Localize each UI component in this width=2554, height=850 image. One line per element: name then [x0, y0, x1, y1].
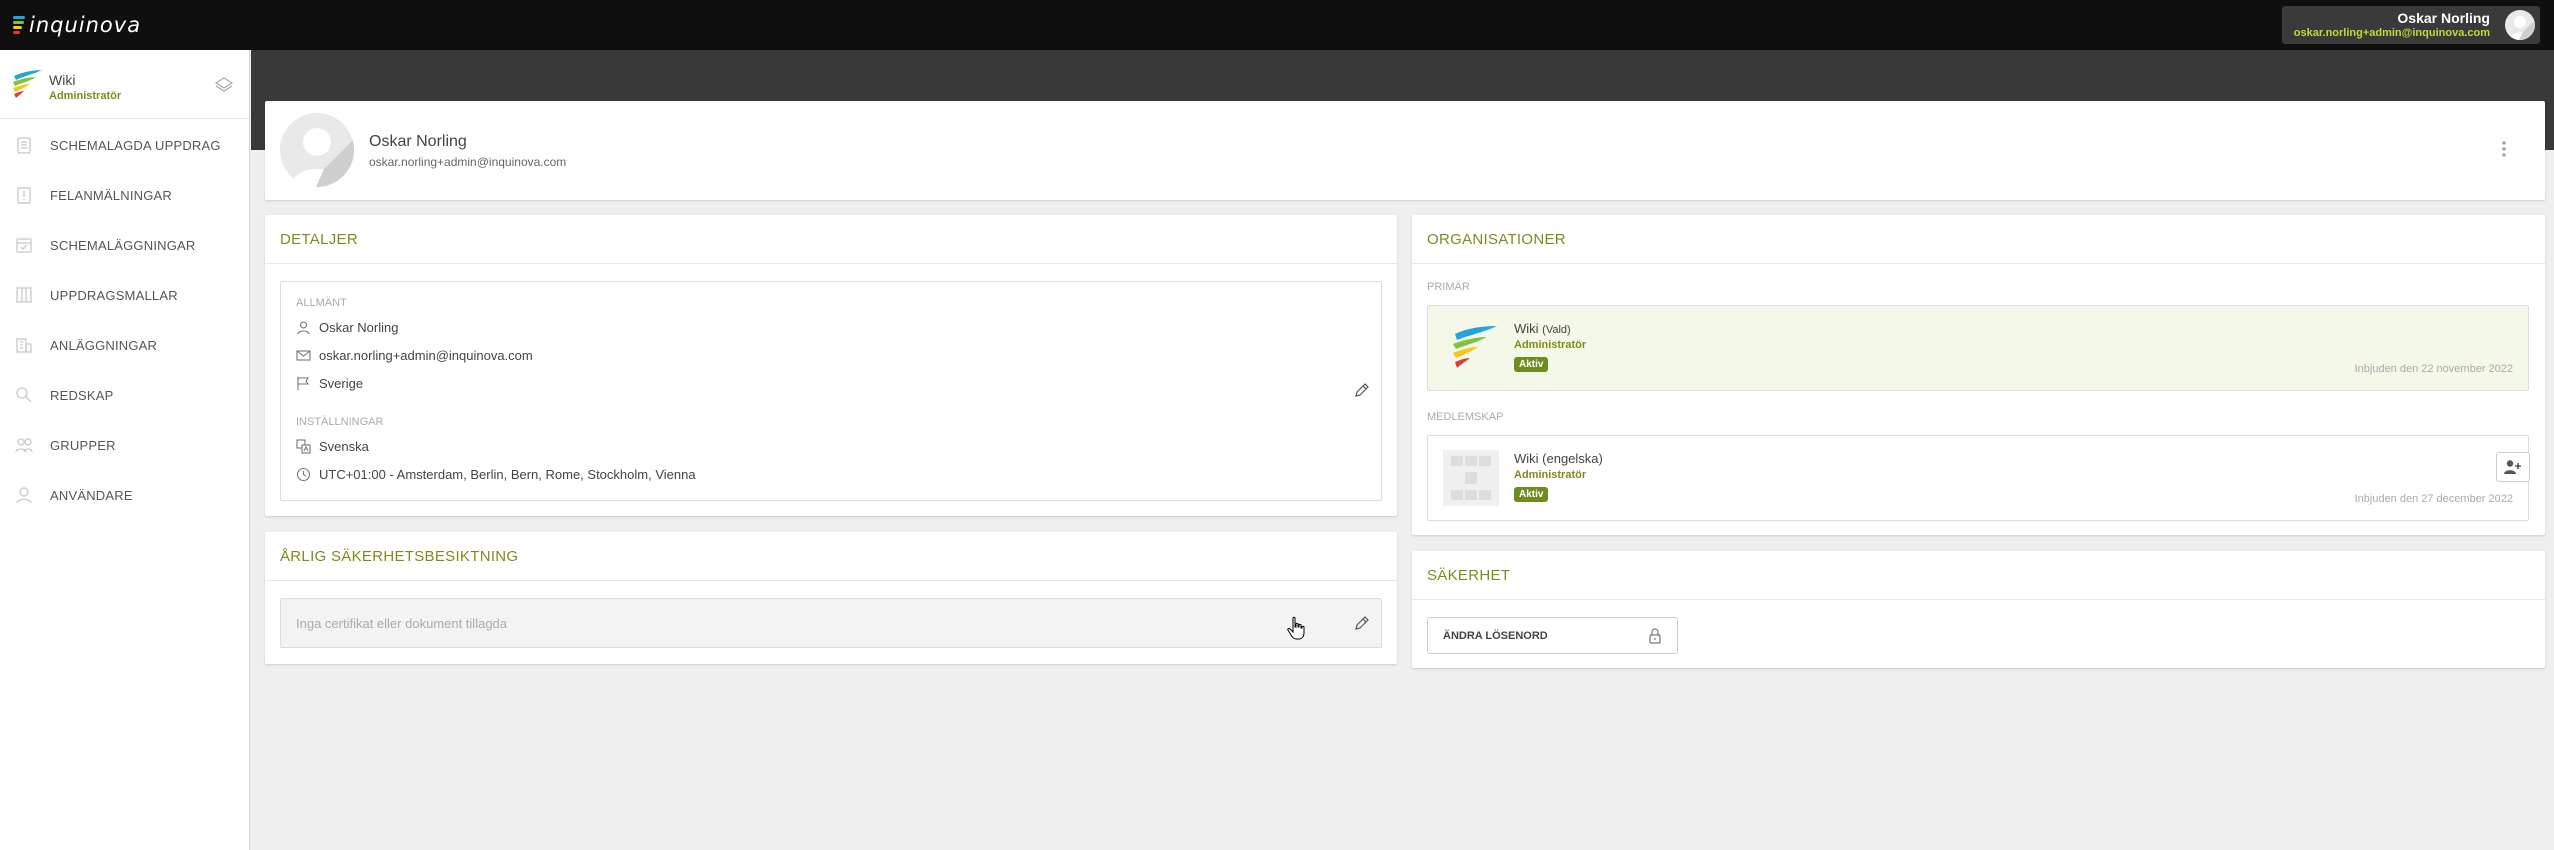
- brand-logo[interactable]: inquinova: [13, 13, 141, 37]
- organisations-card: ORGANISATIONER PRIMÄR Wiki (Vald) Admini…: [1412, 215, 2545, 535]
- change-password-button[interactable]: ÄNDRA LÖSENORD: [1427, 617, 1678, 654]
- alert-document-icon: [17, 187, 31, 204]
- avatar: [2505, 10, 2535, 40]
- detail-timezone-row: UTC+01:00 - Amsterdam, Berlin, Bern, Rom…: [296, 467, 696, 482]
- details-box: ALLMÄNT Oskar Norling oskar.norling+admi…: [280, 281, 1382, 501]
- primary-org-name-text: Wiki: [1514, 321, 1539, 336]
- user-icon: [297, 321, 310, 335]
- edit-certificates-pencil-icon[interactable]: [1353, 614, 1371, 632]
- certificates-box: Inga certifikat eller dokument tillagda: [280, 598, 1382, 648]
- profile-name: Oskar Norling: [369, 133, 467, 150]
- sidebar: Wiki Administratör SCHEMALAGDA UPPDRAG F…: [0, 50, 250, 850]
- security-title: SÄKERHET: [1412, 551, 2545, 600]
- sidebar-org-role: Administratör: [49, 90, 122, 102]
- sidebar-item-schemalagda-uppdrag[interactable]: SCHEMALAGDA UPPDRAG: [0, 120, 249, 170]
- layers-icon[interactable]: [214, 75, 234, 95]
- building-icon: [16, 338, 32, 353]
- detail-name-row: Oskar Norling: [296, 320, 398, 335]
- status-badge: Aktiv: [1514, 357, 1549, 372]
- sidebar-item-label: ANLÄGGNINGAR: [50, 337, 158, 353]
- details-card: DETALJER ALLMÄNT Oskar Norling oskar.nor…: [265, 215, 1397, 516]
- sidebar-item-redskap[interactable]: REDSKAP: [0, 370, 249, 420]
- sidebar-org-name: Wiki: [49, 72, 76, 88]
- detail-email-row: oskar.norling+admin@inquinova.com: [296, 348, 533, 363]
- brand-mark-icon: [13, 14, 27, 36]
- sidebar-item-uppdragsmallar[interactable]: UPPDRAGSMALLAR: [0, 270, 249, 320]
- sidebar-org-header[interactable]: Wiki Administratör: [0, 50, 249, 119]
- profile-card: Oskar Norling oskar.norling+admin@inquin…: [265, 101, 2545, 200]
- certificates-empty-text: Inga certifikat eller dokument tillagda: [296, 616, 508, 631]
- sidebar-item-label: FELANMÄLNINGAR: [50, 187, 172, 203]
- sidebar-item-label: GRUPPER: [50, 437, 116, 453]
- profile-email: oskar.norling+admin@inquinova.com: [369, 155, 567, 169]
- sidebar-item-anlaggningar[interactable]: ANLÄGGNINGAR: [0, 320, 249, 370]
- tools-icon: [16, 387, 32, 403]
- lock-icon: [1649, 628, 1661, 644]
- user-menu[interactable]: Oskar Norling oskar.norling+admin@inquin…: [2282, 6, 2540, 44]
- detail-language: Svenska: [319, 439, 369, 454]
- membership-section-label: MEDLEMSKAP: [1427, 411, 1504, 423]
- member-org-role: Administratör: [1514, 469, 1587, 481]
- primary-org-role: Administratör: [1514, 339, 1587, 351]
- org-logo-icon: [13, 70, 42, 98]
- sidebar-item-label: SCHEMALÄGGNINGAR: [50, 237, 196, 253]
- member-action-button[interactable]: [2496, 452, 2530, 482]
- columns-icon: [16, 287, 32, 303]
- certificates-title: ÅRLIG SÄKERHETSBESIKTNING: [265, 532, 1397, 581]
- detail-email: oskar.norling+admin@inquinova.com: [319, 348, 533, 363]
- sidebar-item-label: UPPDRAGSMALLAR: [50, 287, 178, 303]
- user-email: oskar.norling+admin@inquinova.com: [2293, 27, 2490, 39]
- change-password-label: ÄNDRA LÖSENORD: [1443, 630, 1548, 642]
- sidebar-item-anvandare[interactable]: ANVÄNDARE: [0, 470, 249, 520]
- organisations-title: ORGANISATIONER: [1412, 215, 2545, 264]
- user-name: Oskar Norling: [2397, 10, 2490, 26]
- primary-org-tag: (Vald): [1542, 324, 1571, 336]
- detail-name: Oskar Norling: [319, 320, 399, 335]
- calendar-icon: [16, 238, 32, 253]
- add-user-icon: [2504, 460, 2521, 474]
- detail-country: Sverige: [319, 376, 364, 391]
- flag-icon: [297, 377, 310, 390]
- general-section-label: ALLMÄNT: [296, 297, 347, 309]
- brand-name: inquinova: [29, 13, 142, 37]
- group-icon: [15, 438, 33, 453]
- settings-section-label: INSTÄLLNINGAR: [296, 416, 384, 428]
- detail-language-row: Svenska: [296, 439, 369, 454]
- sidebar-item-felanmalningar[interactable]: FELANMÄLNINGAR: [0, 170, 249, 220]
- security-card: SÄKERHET ÄNDRA LÖSENORD: [1412, 551, 2545, 668]
- org-logo-icon: [1453, 326, 1497, 368]
- org-placeholder-icon: [1443, 450, 1499, 506]
- primary-org-item[interactable]: Wiki (Vald) Administratör Aktiv Inbjuden…: [1427, 305, 2529, 391]
- sidebar-item-schemalaggningar[interactable]: SCHEMALÄGGNINGAR: [0, 220, 249, 270]
- edit-details-pencil-icon[interactable]: [1353, 381, 1371, 399]
- detail-timezone: UTC+01:00 - Amsterdam, Berlin, Bern, Rom…: [319, 467, 696, 482]
- mail-icon: [296, 350, 311, 361]
- primary-org-name: Wiki (Vald): [1514, 321, 1571, 336]
- member-org-name: Wiki (engelska): [1514, 451, 1603, 466]
- user-icon: [16, 487, 32, 504]
- clock-icon: [296, 467, 311, 482]
- sidebar-item-label: REDSKAP: [50, 387, 114, 403]
- certificates-card: ÅRLIG SÄKERHETSBESIKTNING Inga certifika…: [265, 532, 1397, 664]
- more-options-icon[interactable]: [2492, 137, 2516, 161]
- sidebar-item-label: SCHEMALAGDA UPPDRAG: [50, 137, 221, 153]
- avatar: [280, 113, 354, 187]
- clipboard-icon: [17, 137, 31, 154]
- member-org-invited: Inbjuden den 27 december 2022: [2354, 493, 2513, 505]
- member-org-item[interactable]: Wiki (engelska) Administratör Aktiv Inbj…: [1427, 435, 2530, 521]
- details-title: DETALJER: [265, 215, 1397, 264]
- language-icon: [296, 439, 311, 454]
- primary-section-label: PRIMÄR: [1427, 281, 1470, 293]
- top-bar: inquinova Oskar Norling oskar.norling+ad…: [0, 0, 2554, 50]
- primary-org-invited: Inbjuden den 22 november 2022: [2354, 363, 2513, 375]
- sidebar-item-label: ANVÄNDARE: [50, 487, 133, 503]
- status-badge: Aktiv: [1514, 487, 1549, 502]
- detail-country-row: Sverige: [296, 376, 363, 391]
- sidebar-item-grupper[interactable]: GRUPPER: [0, 420, 249, 470]
- hand-cursor-icon: [1287, 616, 1305, 640]
